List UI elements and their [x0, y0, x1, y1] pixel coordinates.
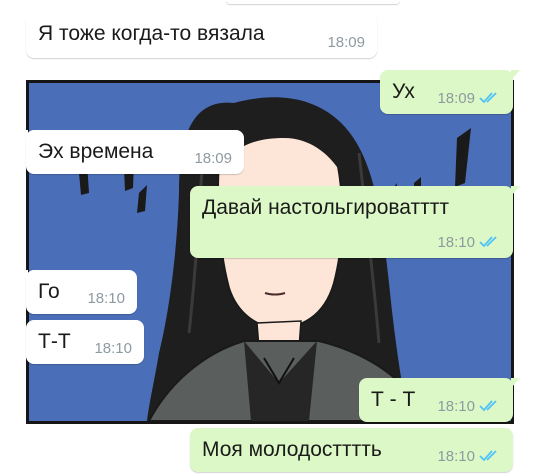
message-time: 18:10 — [87, 290, 125, 307]
message-time: 18:09 — [327, 34, 365, 51]
double-check-icon — [479, 92, 497, 104]
message-outgoing[interactable]: Давай настольгироватттт 18:10 — [190, 186, 520, 258]
message-text: Ух — [392, 80, 415, 103]
message-text: Го — [38, 280, 60, 303]
double-check-icon — [479, 236, 497, 248]
message-time: 18:10 — [437, 448, 475, 465]
message-outgoing[interactable]: Ух 18:09 — [380, 70, 520, 114]
message-incoming[interactable]: Го 18:10 — [19, 270, 137, 314]
message-outgoing[interactable]: Т - Т 18:10 — [359, 378, 520, 422]
message-time: 18:10 — [94, 340, 132, 357]
message-incoming[interactable]: Эх времена 18:09 — [19, 130, 244, 174]
message-text: Моя молодостттть — [202, 438, 382, 461]
double-check-icon — [479, 450, 497, 462]
message-text: Т-Т — [38, 330, 71, 353]
message-text: Я тоже когда-то вязала — [38, 22, 265, 45]
message-text: Давай настольгироватттт — [202, 196, 449, 219]
message-time: 18:09 — [437, 90, 475, 107]
message-time: 18:10 — [437, 398, 475, 415]
previous-message-edge — [226, 0, 400, 4]
message-incoming[interactable]: Я тоже когда-то вязала 18:09 — [19, 12, 377, 58]
message-text: Эх времена — [38, 140, 154, 163]
message-outgoing[interactable]: Моя молодостттть 18:10 — [190, 428, 513, 472]
message-time: 18:10 — [437, 234, 475, 251]
message-text: Т - Т — [371, 388, 416, 411]
double-check-icon — [479, 400, 497, 412]
message-time: 18:09 — [194, 150, 232, 167]
message-incoming[interactable]: Т-Т 18:10 — [26, 320, 144, 364]
